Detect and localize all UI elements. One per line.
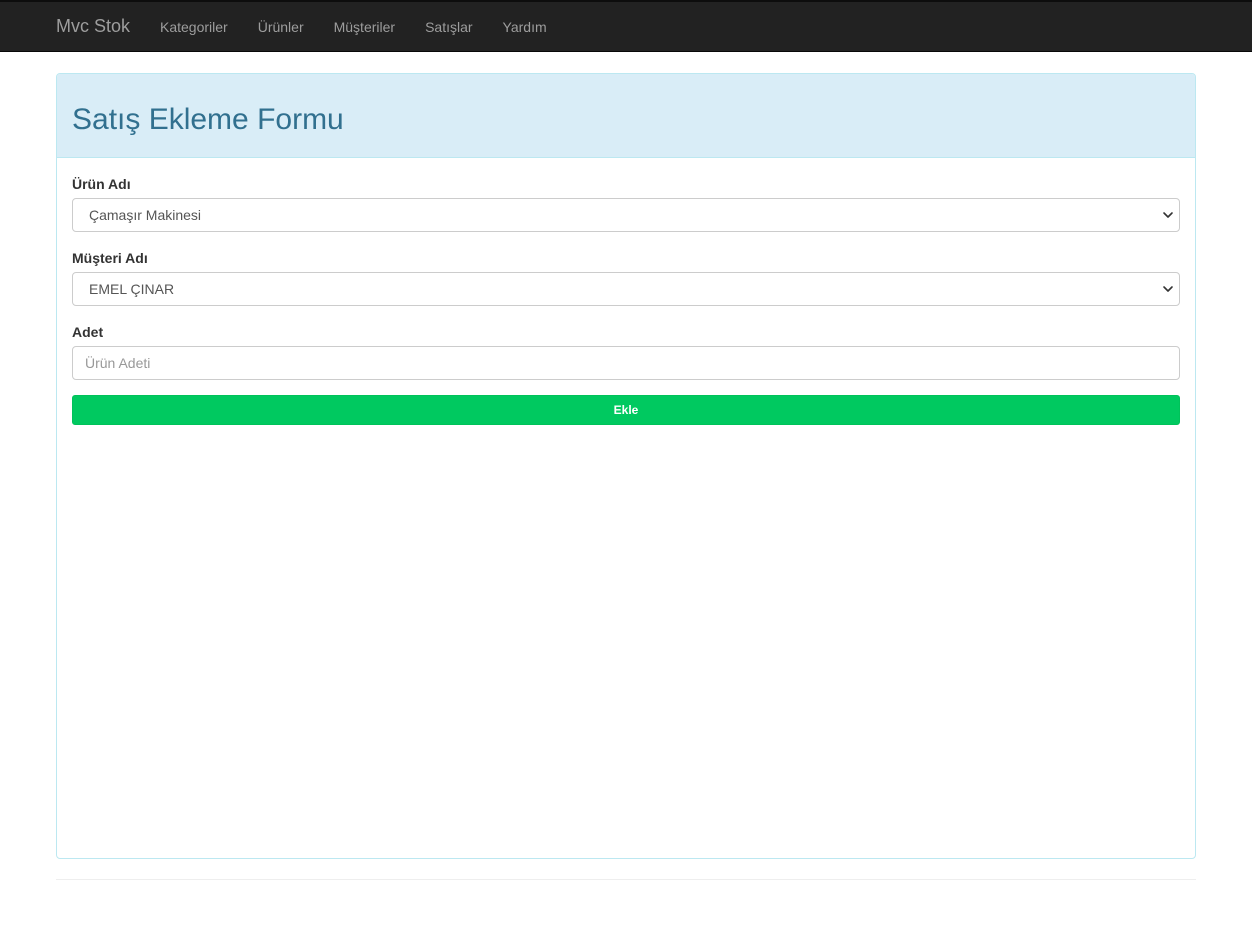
top-navbar: Mvc Stok Kategoriler Ürünler Müşteriler …	[0, 0, 1252, 52]
page-title: Satış Ekleme Formu	[72, 103, 344, 136]
panel-heading: Satış Ekleme Formu	[57, 74, 1195, 158]
nav-menu: Kategoriler Ürünler Müşteriler Satışlar …	[145, 2, 562, 52]
nav-item-kategoriler[interactable]: Kategoriler	[145, 17, 243, 37]
customer-select-value: EMEL ÇINAR	[89, 281, 175, 297]
product-select[interactable]: Çamaşır Makinesi	[72, 198, 1180, 232]
quantity-label: Adet	[72, 324, 104, 340]
sale-form-panel: Satış Ekleme Formu Ürün Adı Çamaşır Maki…	[56, 73, 1196, 859]
quantity-input[interactable]	[72, 346, 1180, 380]
chevron-down-icon	[1163, 286, 1173, 292]
footer-divider	[56, 879, 1196, 880]
nav-item-urunler[interactable]: Ürünler	[243, 17, 319, 37]
nav-item-satislar[interactable]: Satışlar	[410, 17, 487, 37]
product-label: Ürün Adı	[72, 176, 131, 192]
brand-link[interactable]: Mvc Stok	[56, 16, 130, 36]
add-button[interactable]: Ekle	[72, 395, 1180, 425]
chevron-down-icon	[1163, 212, 1173, 218]
nav-item-musteriler[interactable]: Müşteriler	[319, 17, 410, 37]
nav-item-yardim[interactable]: Yardım	[488, 17, 562, 37]
customer-label: Müşteri Adı	[72, 250, 148, 266]
customer-select[interactable]: EMEL ÇINAR	[72, 272, 1180, 306]
product-select-value: Çamaşır Makinesi	[89, 207, 202, 223]
